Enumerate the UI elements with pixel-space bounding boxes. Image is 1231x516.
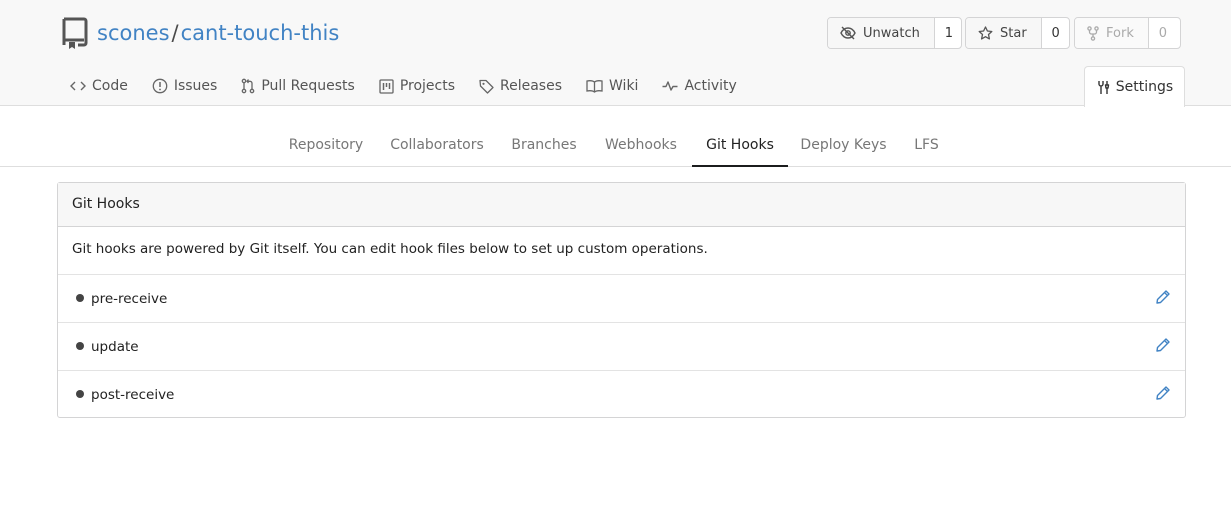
stars-count[interactable]: 0 bbox=[1042, 18, 1070, 48]
watch-button-group: Unwatch 1 bbox=[827, 17, 962, 49]
subtab-lfs[interactable]: LFS bbox=[904, 124, 949, 167]
pulse-icon bbox=[662, 81, 678, 91]
star-button-group: Star 0 bbox=[965, 17, 1070, 49]
tab-settings[interactable]: Settings bbox=[1084, 66, 1185, 107]
repo-owner-link[interactable]: scones bbox=[97, 21, 170, 45]
fork-button-group: Fork 0 bbox=[1074, 17, 1181, 49]
tab-pull-requests-label: Pull Requests bbox=[261, 78, 355, 94]
tab-activity[interactable]: Activity bbox=[662, 66, 747, 106]
star-icon bbox=[978, 26, 993, 40]
issue-icon bbox=[152, 78, 168, 94]
pencil-icon[interactable] bbox=[1155, 337, 1171, 353]
tab-code-label: Code bbox=[92, 78, 128, 94]
subtab-deploy-keys[interactable]: Deploy Keys bbox=[794, 124, 893, 167]
fork-button[interactable]: Fork bbox=[1075, 18, 1149, 48]
bullet-icon bbox=[76, 390, 84, 398]
tab-projects[interactable]: Projects bbox=[379, 66, 466, 106]
tab-pull-requests[interactable]: Pull Requests bbox=[241, 66, 365, 106]
tab-wiki-label: Wiki bbox=[609, 78, 639, 94]
hook-name: post-receive bbox=[91, 387, 175, 403]
git-hooks-description: Git hooks are powered by Git itself. You… bbox=[58, 227, 1185, 275]
star-button-label: Star bbox=[1000, 25, 1027, 41]
repo-nav-tabs: Code Issues Pull Requests Projects Relea… bbox=[70, 66, 761, 106]
subtab-repository[interactable]: Repository bbox=[279, 124, 373, 167]
tab-releases[interactable]: Releases bbox=[479, 66, 573, 106]
tab-wiki[interactable]: Wiki bbox=[586, 66, 649, 106]
pencil-icon[interactable] bbox=[1155, 385, 1171, 401]
tab-code[interactable]: Code bbox=[70, 66, 139, 106]
project-icon bbox=[379, 78, 394, 94]
forks-count[interactable]: 0 bbox=[1149, 18, 1177, 48]
tools-icon bbox=[1098, 80, 1109, 94]
hook-name: pre-receive bbox=[91, 291, 168, 307]
git-hooks-panel: Git Hooks Git hooks are powered by Git i… bbox=[57, 182, 1186, 418]
git-hooks-title: Git Hooks bbox=[58, 183, 1185, 227]
subtab-webhooks[interactable]: Webhooks bbox=[596, 124, 686, 167]
tab-issues[interactable]: Issues bbox=[152, 66, 229, 106]
eye-slash-icon bbox=[840, 26, 856, 40]
watchers-count[interactable]: 1 bbox=[935, 18, 963, 48]
bullet-icon bbox=[76, 342, 84, 350]
tab-activity-label: Activity bbox=[684, 78, 737, 94]
unwatch-button-label: Unwatch bbox=[863, 25, 920, 41]
settings-subnav: Repository Collaborators Branches Webhoo… bbox=[0, 124, 1231, 167]
book-icon bbox=[586, 80, 603, 93]
repo-header: scones/cant-touch-this Unwatch 1 Star 0 bbox=[0, 0, 1231, 107]
repo-title: scones/cant-touch-this bbox=[97, 18, 339, 48]
bullet-icon bbox=[76, 294, 84, 302]
hook-row: update bbox=[58, 323, 1185, 371]
repo-icon bbox=[62, 17, 88, 49]
hook-row: post-receive bbox=[58, 371, 1185, 417]
tab-issues-label: Issues bbox=[173, 78, 218, 94]
unwatch-button[interactable]: Unwatch bbox=[828, 18, 935, 48]
tag-icon bbox=[479, 79, 494, 94]
subtab-branches[interactable]: Branches bbox=[502, 124, 586, 167]
tab-releases-label: Releases bbox=[500, 78, 563, 94]
hook-name: update bbox=[91, 339, 139, 355]
fork-button-label: Fork bbox=[1106, 25, 1134, 41]
tab-projects-label: Projects bbox=[399, 78, 456, 94]
repo-name-link[interactable]: cant-touch-this bbox=[181, 21, 340, 45]
star-button[interactable]: Star bbox=[966, 18, 1042, 48]
hook-row: pre-receive bbox=[58, 275, 1185, 323]
subtab-collaborators[interactable]: Collaborators bbox=[383, 124, 491, 167]
pull-request-icon bbox=[241, 78, 255, 94]
repo-title-separator: / bbox=[171, 21, 179, 45]
pencil-icon[interactable] bbox=[1155, 289, 1171, 305]
fork-icon bbox=[1087, 25, 1099, 41]
code-icon bbox=[70, 81, 86, 91]
tab-settings-label: Settings bbox=[1115, 79, 1174, 95]
subtab-git-hooks[interactable]: Git Hooks bbox=[692, 124, 788, 167]
